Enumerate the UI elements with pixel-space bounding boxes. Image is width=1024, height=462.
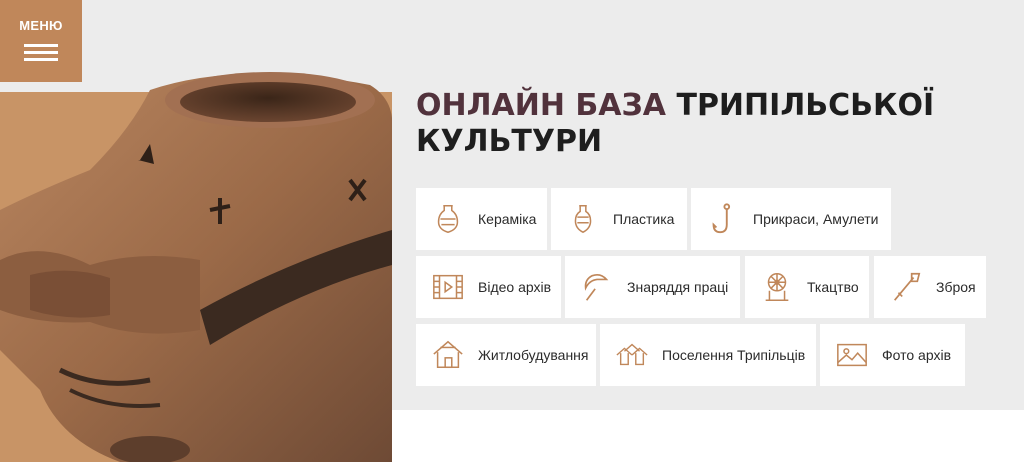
category-label: Житлобудування [478, 347, 589, 363]
category-label: Кераміка [478, 211, 537, 227]
vase-icon [430, 201, 466, 237]
spinning-wheel-icon [759, 269, 795, 305]
house-icon [430, 337, 466, 373]
content-footer-strip [392, 410, 1024, 462]
category-jewelry-amulets[interactable]: Прикраси, Амулети [691, 188, 891, 250]
category-label: Ткацтво [807, 279, 859, 295]
category-tools[interactable]: Знаряддя праці [565, 256, 740, 318]
category-label: Фото архів [882, 347, 952, 363]
category-weaving[interactable]: Ткацтво [745, 256, 869, 318]
page-title: ОНЛАЙН БАЗА ТРИПІЛЬСЬКОЇ КУЛЬТУРИ [416, 88, 976, 160]
category-trypillia-settlements[interactable]: Поселення Трипільців [600, 324, 816, 386]
menu-button[interactable]: МЕНЮ [0, 0, 82, 82]
category-ceramics[interactable]: Кераміка [416, 188, 547, 250]
category-label: Знаряддя праці [627, 279, 729, 295]
sickle-icon [579, 269, 615, 305]
photo-icon [834, 337, 870, 373]
category-label: Відео архів [478, 279, 552, 295]
title-accent: ОНЛАЙН БАЗА [416, 88, 667, 123]
category-weapons[interactable]: Зброя [874, 256, 986, 318]
category-label: Зброя [936, 279, 976, 295]
category-label: Поселення Трипільців [662, 347, 806, 363]
film-video-icon [430, 269, 466, 305]
village-icon [614, 337, 650, 373]
category-video-archive[interactable]: Відео архів [416, 256, 561, 318]
category-housing[interactable]: Житлобудування [416, 324, 596, 386]
title-line2: КУЛЬТУРИ [416, 124, 603, 159]
title-rest: ТРИПІЛЬСЬКОЇ [676, 88, 935, 123]
category-label: Пластика [613, 211, 675, 227]
spear-icon [888, 269, 924, 305]
category-plastics[interactable]: Пластика [551, 188, 687, 250]
menu-label: МЕНЮ [19, 17, 63, 33]
category-photo-archive[interactable]: Фото архів [820, 324, 965, 386]
hook-amulet-icon [705, 201, 741, 237]
figurine-icon [565, 201, 601, 237]
trypillia-pottery-image [0, 72, 392, 462]
hamburger-icon [24, 40, 58, 65]
category-label: Прикраси, Амулети [753, 211, 879, 227]
